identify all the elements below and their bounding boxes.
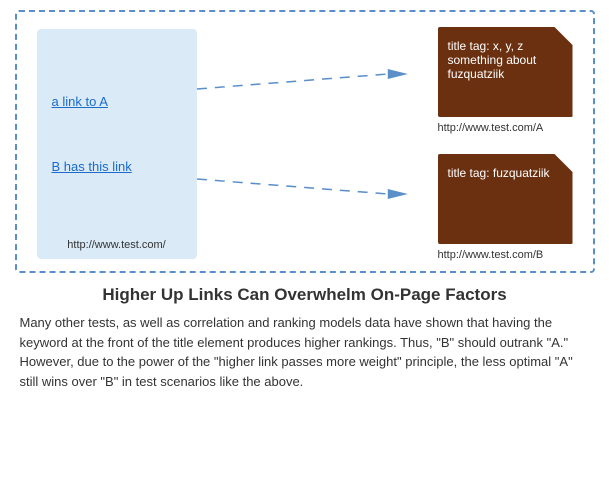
section-body: Many other tests, as well as correlation… (20, 313, 590, 391)
right-page-a-title: title tag: x, y, z something about fuzqu… (448, 39, 537, 81)
left-page: a link to A B has this link http://www.t… (37, 29, 197, 259)
right-page-a: title tag: x, y, z something about fuzqu… (438, 27, 573, 117)
right-page-b-title: title tag: fuzquatziik (448, 166, 550, 180)
right-page-b-wrapper: title tag: fuzquatziik http://www.test.c… (438, 154, 573, 261)
left-page-url: http://www.test.com/ (67, 239, 165, 251)
right-page-b-url: http://www.test.com/B (438, 249, 544, 261)
right-page-a-wrapper: title tag: x, y, z something about fuzqu… (438, 27, 573, 134)
diagram-container: a link to A B has this link http://www.t… (15, 10, 595, 273)
right-page-b: title tag: fuzquatziik (438, 154, 573, 244)
right-pages: title tag: x, y, z something about fuzqu… (438, 27, 573, 261)
text-section: Higher Up Links Can Overwhelm On-Page Fa… (15, 285, 595, 391)
link-a[interactable]: a link to A (52, 94, 182, 109)
arrows-area (197, 29, 438, 259)
link-b[interactable]: B has this link (52, 159, 182, 174)
arrows-svg (197, 29, 438, 259)
right-page-a-url: http://www.test.com/A (438, 122, 544, 134)
section-title: Higher Up Links Can Overwhelm On-Page Fa… (20, 285, 590, 305)
